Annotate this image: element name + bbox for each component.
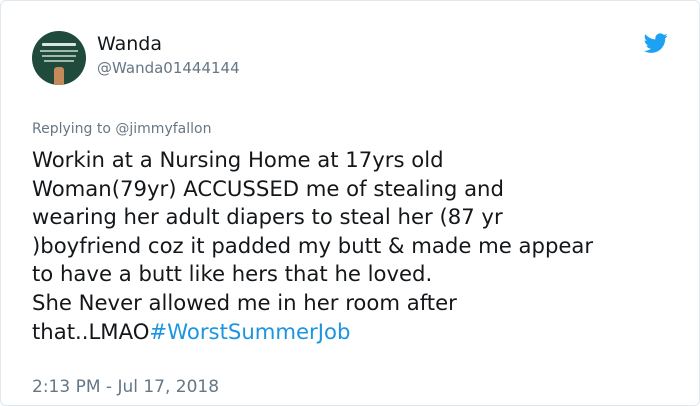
hashtag-link[interactable]: #WorstSummerJob xyxy=(149,319,350,344)
tweet-line: to have a butt like hers that he loved. xyxy=(32,261,433,287)
tweet-line: Workin at a Nursing Home at 17yrs old xyxy=(32,147,444,172)
tweet-timestamp[interactable]: 2:13 PM - Jul 17, 2018 xyxy=(32,375,219,399)
tweet-line-last: that..LMAO#WorstSummerJob xyxy=(32,318,677,347)
twitter-bird-icon[interactable] xyxy=(641,31,671,55)
avatar[interactable] xyxy=(32,31,86,85)
tweet-text: Workin at a Nursing Home at 17yrs old Wo… xyxy=(32,146,677,346)
tweet-line: Woman(79yr) ACCUSSED me of stealing and xyxy=(32,175,504,201)
reply-context: Replying to @jimmyfallon xyxy=(32,120,211,138)
avatar-board-text xyxy=(42,55,76,57)
avatar-board-text xyxy=(44,60,74,62)
reply-mention-link[interactable]: @jimmyfallon xyxy=(115,121,211,137)
avatar-board-text xyxy=(40,50,78,52)
tweet-text-fragment: that..LMAO xyxy=(32,318,150,344)
tweet-line: She Never allowed me in her room after xyxy=(32,289,457,315)
tweet-line: )boyfriend coz it padded my butt & made … xyxy=(32,232,594,258)
tweet-line: wearing her adult diapers to steal her (… xyxy=(32,204,503,230)
author-name[interactable]: Wanda xyxy=(97,31,162,57)
tweet-card: Wanda @Wanda01444144 Replying to @jimmyf… xyxy=(0,0,700,406)
author-handle[interactable]: @Wanda01444144 xyxy=(97,58,240,78)
avatar-figure xyxy=(54,67,64,85)
reply-prefix: Replying to xyxy=(32,121,111,137)
avatar-board-text xyxy=(42,43,76,46)
